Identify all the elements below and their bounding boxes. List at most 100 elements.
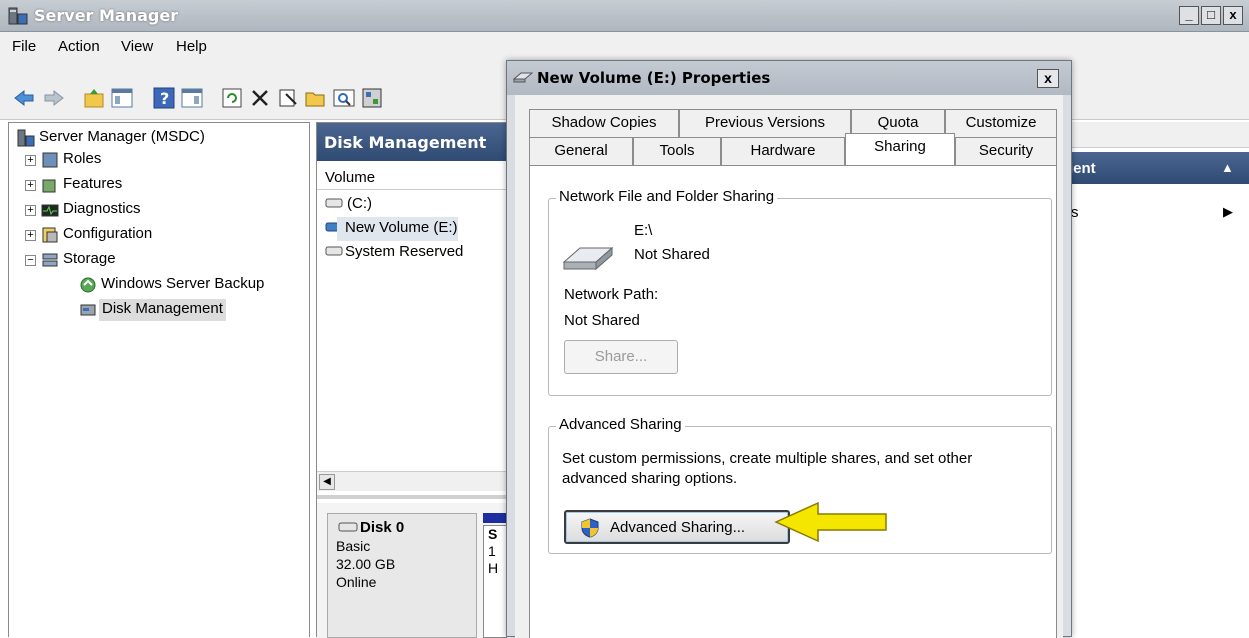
drive-icon <box>562 246 614 271</box>
dialog-title: New Volume (E:) Properties <box>537 69 771 87</box>
properties-icon[interactable] <box>276 86 300 110</box>
disk-size: 32.00 GB <box>336 556 396 572</box>
tab-tools[interactable]: Tools <box>633 137 721 165</box>
roles-icon <box>42 152 58 168</box>
dialog-close-button[interactable]: x <box>1037 69 1059 88</box>
tab-general[interactable]: General <box>529 137 633 165</box>
partition-letter-2: 1 <box>488 543 496 559</box>
up-folder-icon[interactable] <box>82 86 106 110</box>
disk-management-icon <box>80 304 96 316</box>
refresh-icon[interactable] <box>220 86 244 110</box>
pane-header: Disk Management <box>317 123 507 161</box>
console-tree: Server Manager (MSDC) + Roles + Features… <box>8 122 310 637</box>
minimize-button[interactable]: _ <box>1179 6 1199 25</box>
tree-root-label[interactable]: Server Manager (MSDC) <box>39 127 205 149</box>
partition-box[interactable]: S 1 H <box>483 525 507 638</box>
help-icon[interactable]: ? <box>152 86 176 110</box>
tree-expander-features[interactable]: + <box>25 180 36 191</box>
svg-text:?: ? <box>160 89 169 108</box>
volume-row-system-reserved[interactable]: System Reserved <box>337 241 463 265</box>
sharing-tab-panel: Network File and Folder Sharing E:\ Not … <box>529 165 1057 638</box>
submenu-arrow-icon[interactable]: ▶ <box>1223 204 1233 220</box>
search-magnifier-icon[interactable] <box>332 86 356 110</box>
network-path-value: Not Shared <box>564 312 640 329</box>
menu-action[interactable]: Action <box>58 38 100 55</box>
show-hide-action-pane-icon[interactable] <box>180 86 204 110</box>
server-manager-icon <box>8 7 28 25</box>
tab-sharing[interactable]: Sharing <box>845 133 955 165</box>
tab-previous-versions[interactable]: Previous Versions <box>679 109 851 137</box>
actions-title-strip <box>1069 122 1249 148</box>
tree-expander-configuration[interactable]: + <box>25 230 36 241</box>
volume-row-c[interactable]: (C:) <box>339 193 372 217</box>
tree-expander-roles[interactable]: + <box>25 155 36 166</box>
drive-icon <box>513 72 533 83</box>
tab-customize[interactable]: Customize <box>945 109 1057 137</box>
tree-item-storage[interactable]: Storage <box>63 249 116 271</box>
delete-icon[interactable] <box>248 86 272 110</box>
annotation-arrow <box>774 501 887 543</box>
volume-column-header[interactable]: Volume <box>317 168 507 190</box>
tree-item-configuration[interactable]: Configuration <box>63 224 152 246</box>
advanced-sharing-description-line2: advanced sharing options. <box>562 470 738 487</box>
network-sharing-legend: Network File and Folder Sharing <box>556 188 778 205</box>
actions-header-text: ient <box>1069 160 1096 177</box>
share-button[interactable]: Share... <box>564 340 678 374</box>
back-arrow-icon[interactable] <box>12 86 36 110</box>
open-folder-icon[interactable] <box>304 86 328 110</box>
drive-share-status: Not Shared <box>634 246 710 263</box>
maximize-button[interactable]: □ <box>1201 6 1221 25</box>
actions-pane: ient ▲ s ▶ <box>1068 122 1249 637</box>
advanced-sharing-description-line1: Set custom permissions, create multiple … <box>562 450 973 467</box>
tab-shadow-copies[interactable]: Shadow Copies <box>529 109 679 137</box>
tree-item-diagnostics[interactable]: Diagnostics <box>63 199 141 221</box>
pane-splitter[interactable] <box>317 495 507 499</box>
tree-item-windows-server-backup[interactable]: Windows Server Backup <box>101 274 264 296</box>
network-path-label: Network Path: <box>564 286 659 303</box>
partition-letter-3: H <box>488 560 499 576</box>
properties-dialog: New Volume (E:) Properties x Shadow Copi… <box>506 60 1072 638</box>
tree-item-disk-management[interactable]: Disk Management <box>99 299 226 321</box>
disk-status: Online <box>336 574 377 590</box>
tree-expander-storage[interactable]: − <box>25 255 36 266</box>
menu-file[interactable]: File <box>12 38 36 55</box>
advanced-sharing-legend: Advanced Sharing <box>556 416 685 433</box>
menu-help[interactable]: Help <box>176 38 207 55</box>
uac-shield-icon <box>581 518 599 538</box>
volume-row-e[interactable]: New Volume (E:) <box>337 217 458 241</box>
disk-icon <box>338 522 358 532</box>
advanced-sharing-button-label: Advanced Sharing... <box>610 519 746 536</box>
close-button[interactable]: x <box>1223 6 1243 25</box>
show-hide-console-tree-icon[interactable] <box>110 86 134 110</box>
drive-letter: E:\ <box>634 222 653 239</box>
scroll-left-arrow-icon[interactable]: ◀ <box>319 474 335 490</box>
tree-item-roles[interactable]: Roles <box>63 149 101 171</box>
disk-layout-area: Disk 0 Basic 32.00 GB Online S 1 H <box>317 503 507 638</box>
menu-view[interactable]: View <box>121 38 153 55</box>
collapse-up-icon[interactable]: ▲ <box>1221 160 1234 175</box>
tree-expander-diagnostics[interactable]: + <box>25 205 36 216</box>
tab-hardware[interactable]: Hardware <box>721 137 845 165</box>
actions-section-header[interactable]: ient ▲ <box>1069 152 1249 184</box>
tree-item-features[interactable]: Features <box>63 174 122 196</box>
partition-letter-1: S <box>488 526 498 542</box>
windows-server-backup-icon <box>80 277 96 293</box>
features-icon <box>42 179 56 193</box>
disk-info-box[interactable]: Disk 0 Basic 32.00 GB Online <box>327 513 477 638</box>
configuration-icon <box>42 227 58 243</box>
partition-header-bar <box>483 513 507 523</box>
disk-settings-icon[interactable] <box>360 86 384 110</box>
actions-more-text[interactable]: s <box>1071 204 1079 221</box>
main-titlebar: Server Manager _ □ x <box>0 0 1249 32</box>
horizontal-scrollbar[interactable]: ◀ <box>317 471 507 491</box>
disk-name: Disk 0 <box>360 519 405 536</box>
menu-bar: File Action View Help <box>0 32 1249 62</box>
disk-type: Basic <box>336 538 371 554</box>
disk-management-pane: Disk Management Volume (C:) New Volume (… <box>316 122 508 638</box>
dialog-body: Shadow Copies Previous Versions Quota Cu… <box>515 95 1063 638</box>
dialog-titlebar[interactable]: New Volume (E:) Properties x <box>507 61 1071 95</box>
forward-arrow-icon[interactable] <box>42 86 66 110</box>
window-title: Server Manager <box>34 6 179 25</box>
tab-security[interactable]: Security <box>955 137 1057 165</box>
advanced-sharing-button[interactable]: Advanced Sharing... <box>564 510 790 544</box>
